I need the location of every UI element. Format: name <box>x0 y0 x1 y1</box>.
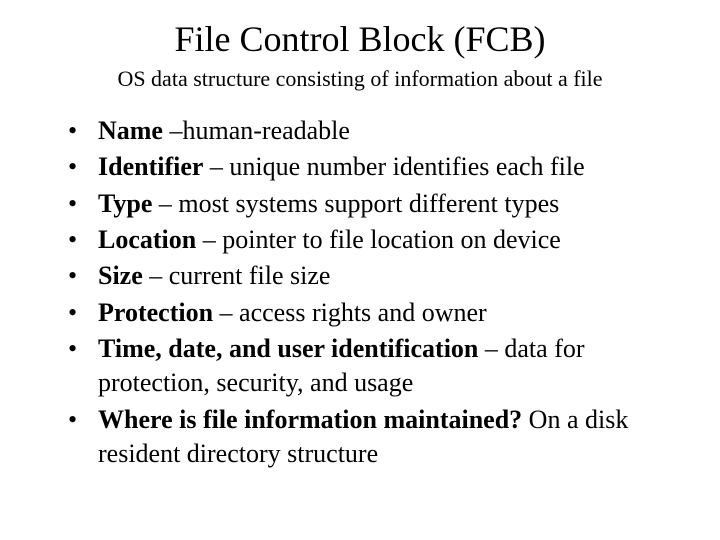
bullet-desc: –human-readable <box>163 116 350 145</box>
bullet-desc: – access rights and owner <box>213 298 487 327</box>
slide-subtitle: OS data structure consisting of informat… <box>40 66 680 92</box>
bullet-desc: – unique number identifies each file <box>203 152 584 181</box>
bullet-desc: – most systems support different types <box>152 189 559 218</box>
bullet-desc: – current file size <box>143 261 331 290</box>
bullet-term: Where is file information maintained? <box>98 405 522 434</box>
list-item: Time, date, and user identification – da… <box>68 332 680 401</box>
bullet-term: Size <box>98 261 143 290</box>
bullet-term: Identifier <box>98 152 203 181</box>
bullet-term: Protection <box>98 298 213 327</box>
bullet-desc: – pointer to file location on device <box>196 225 561 254</box>
slide-title: File Control Block (FCB) <box>40 18 680 60</box>
list-item: Name –human-readable <box>68 114 680 148</box>
bullet-term: Time, date, and user identification <box>98 334 478 363</box>
list-item: Type – most systems support different ty… <box>68 187 680 221</box>
list-item: Where is file information maintained? On… <box>68 403 680 472</box>
bullet-term: Name <box>98 116 163 145</box>
bullet-term: Type <box>98 189 152 218</box>
list-item: Protection – access rights and owner <box>68 296 680 330</box>
list-item: Identifier – unique number identifies ea… <box>68 150 680 184</box>
list-item: Location – pointer to file location on d… <box>68 223 680 257</box>
list-item: Size – current file size <box>68 259 680 293</box>
bullet-list: Name –human-readable Identifier – unique… <box>40 114 680 471</box>
bullet-term: Location <box>98 225 196 254</box>
